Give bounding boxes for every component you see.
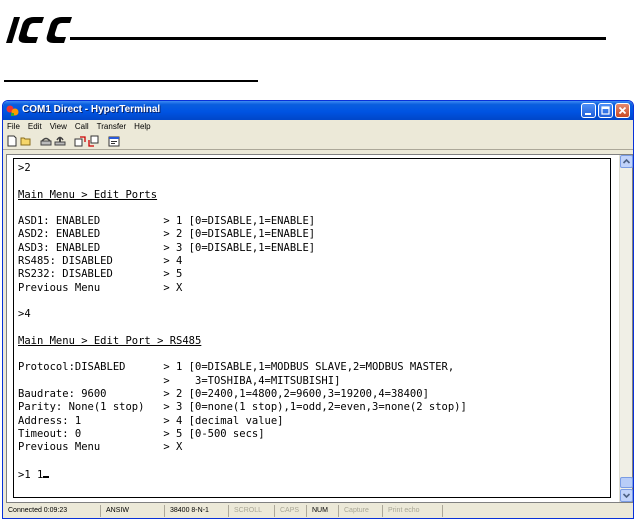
terminal-line-text: > 3=TOSHIBA,4=MITSUBISHI] [18,374,341,387]
terminal-line: ASD3: ENABLED > 3 [0=DISABLE,1=ENABLE] [18,242,610,255]
terminal-line: > 3=TOSHIBA,4=MITSUBISHI] [18,375,610,388]
maximize-button[interactable] [598,103,613,118]
terminal-line-text: >1 1 [18,468,44,481]
terminal-line: ASD2: ENABLED > 2 [0=DISABLE,1=ENABLE] [18,228,610,241]
open-icon[interactable] [20,135,32,147]
terminal-line: RS232: DISABLED > 5 [18,268,610,281]
terminal-cursor [43,468,50,478]
terminal-line-text: Address: 1 > 4 [decimal value] [18,414,284,427]
receive-icon[interactable] [88,135,100,147]
terminal-line: RS485: DISABLED > 4 [18,255,610,268]
hyperterminal-window: COM1 Direct - HyperTerminal File Edit Vi… [2,100,634,519]
terminal-line: Parity: None(1 stop) > 3 [0=none(1 stop)… [18,401,610,414]
terminal-screen[interactable]: >2 Main Menu > Edit Ports ASD1: ENABLED > … [13,158,611,498]
terminal-line: ASD1: ENABLED > 1 [0=DISABLE,1=ENABLE] [18,215,610,228]
status-scroll: SCROLL [231,505,275,517]
scroll-thumb[interactable] [620,477,633,488]
menu-file[interactable]: File [7,122,20,131]
terminal-line-text: >4 [18,308,31,321]
toolbar [3,133,633,150]
send-icon[interactable] [74,135,86,147]
terminal-line-text: Main Menu > Edit Port > RS485 [18,334,202,347]
disconnect-icon[interactable] [54,135,66,147]
call-icon[interactable] [40,135,52,147]
hyperterminal-icon[interactable] [6,104,19,117]
menu-edit[interactable]: Edit [28,122,42,131]
terminal-line: Main Menu > Edit Port > RS485 [18,335,610,348]
terminal-line-text: ASD1: ENABLED > 1 [0=DISABLE,1=ENABLE] [18,215,316,228]
new-icon[interactable] [6,135,18,147]
terminal-line-text: Previous Menu > X [18,281,183,294]
terminal-line-text: >2 [18,162,31,174]
terminal-line-text: ASD3: ENABLED > 3 [0=DISABLE,1=ENABLE] [18,241,316,254]
terminal-line-text: Timeout: 0 > 5 [0-500 secs] [18,427,265,440]
terminal-line: Previous Menu > X [18,441,610,454]
terminal-pane[interactable]: >2 Main Menu > Edit Ports ASD1: ENABLED > … [6,154,633,503]
close-icon [618,106,627,115]
terminal-line: Baudrate: 9600 > 2 [0=2400,1=4800,2=9600… [18,388,610,401]
chevron-up-icon [622,158,631,164]
terminal-line-text: RS232: DISABLED > 5 [18,268,183,281]
status-print-echo: Print echo [385,505,443,517]
status-emulation: ANSIW [103,505,165,517]
terminal-line: Timeout: 0 > 5 [0-500 secs] [18,428,610,441]
icc-logo [4,14,76,46]
terminal-line-text: RS485: DISABLED > 4 [18,255,183,268]
minimize-icon [585,113,591,115]
terminal-line-text: Main Menu > Edit Ports [18,188,158,201]
terminal-line-text: Baudrate: 9600 > 2 [0=2400,1=4800,2=9600… [18,388,429,401]
terminal-line: Protocol:DISABLED > 1 [0=DISABLE,1=MODBU… [18,361,610,374]
status-bar: Connected 0:09:23 ANSIW 38400 8-N-1 SCRO… [3,504,633,518]
terminal-line: >4 [18,308,610,321]
status-port-settings: 38400 8-N-1 [167,505,229,517]
terminal-line: Previous Menu > X [18,282,610,295]
terminal-line-text: Previous Menu > X [18,441,183,454]
terminal-line-text: Protocol:DISABLED > 1 [0=DISABLE,1=MODBU… [18,361,455,374]
menu-view[interactable]: View [50,122,67,131]
status-num: NUM [309,505,339,517]
status-capture: Capture [341,505,383,517]
scroll-up-button[interactable] [620,155,633,168]
minimize-button[interactable] [581,103,596,118]
terminal-line-text: ASD2: ENABLED > 2 [0=DISABLE,1=ENABLE] [18,228,316,241]
terminal-line-text: Parity: None(1 stop) > 3 [0=none(1 stop)… [18,401,467,414]
window-title: COM1 Direct - HyperTerminal [22,104,161,115]
terminal-line: >2 [18,162,610,175]
menu-transfer[interactable]: Transfer [97,122,127,131]
status-connected: Connected 0:09:23 [5,505,101,517]
properties-icon[interactable] [108,135,120,147]
scroll-down-button[interactable] [620,489,633,502]
menu-help[interactable]: Help [134,122,150,131]
terminal-line: Main Menu > Edit Ports [18,189,610,202]
terminal-line: >1 1 [18,468,610,481]
section-rule [4,80,258,82]
close-button[interactable] [615,103,630,118]
terminal-line: Address: 1 > 4 [decimal value] [18,415,610,428]
menu-call[interactable]: Call [75,122,89,131]
menu-bar: File Edit View Call Transfer Help [3,120,633,133]
vertical-scrollbar[interactable] [619,155,633,502]
title-bar[interactable]: COM1 Direct - HyperTerminal [3,101,633,120]
status-caps: CAPS [277,505,307,517]
maximize-icon [601,106,610,115]
header-rule [70,37,606,40]
chevron-down-icon [622,493,631,499]
